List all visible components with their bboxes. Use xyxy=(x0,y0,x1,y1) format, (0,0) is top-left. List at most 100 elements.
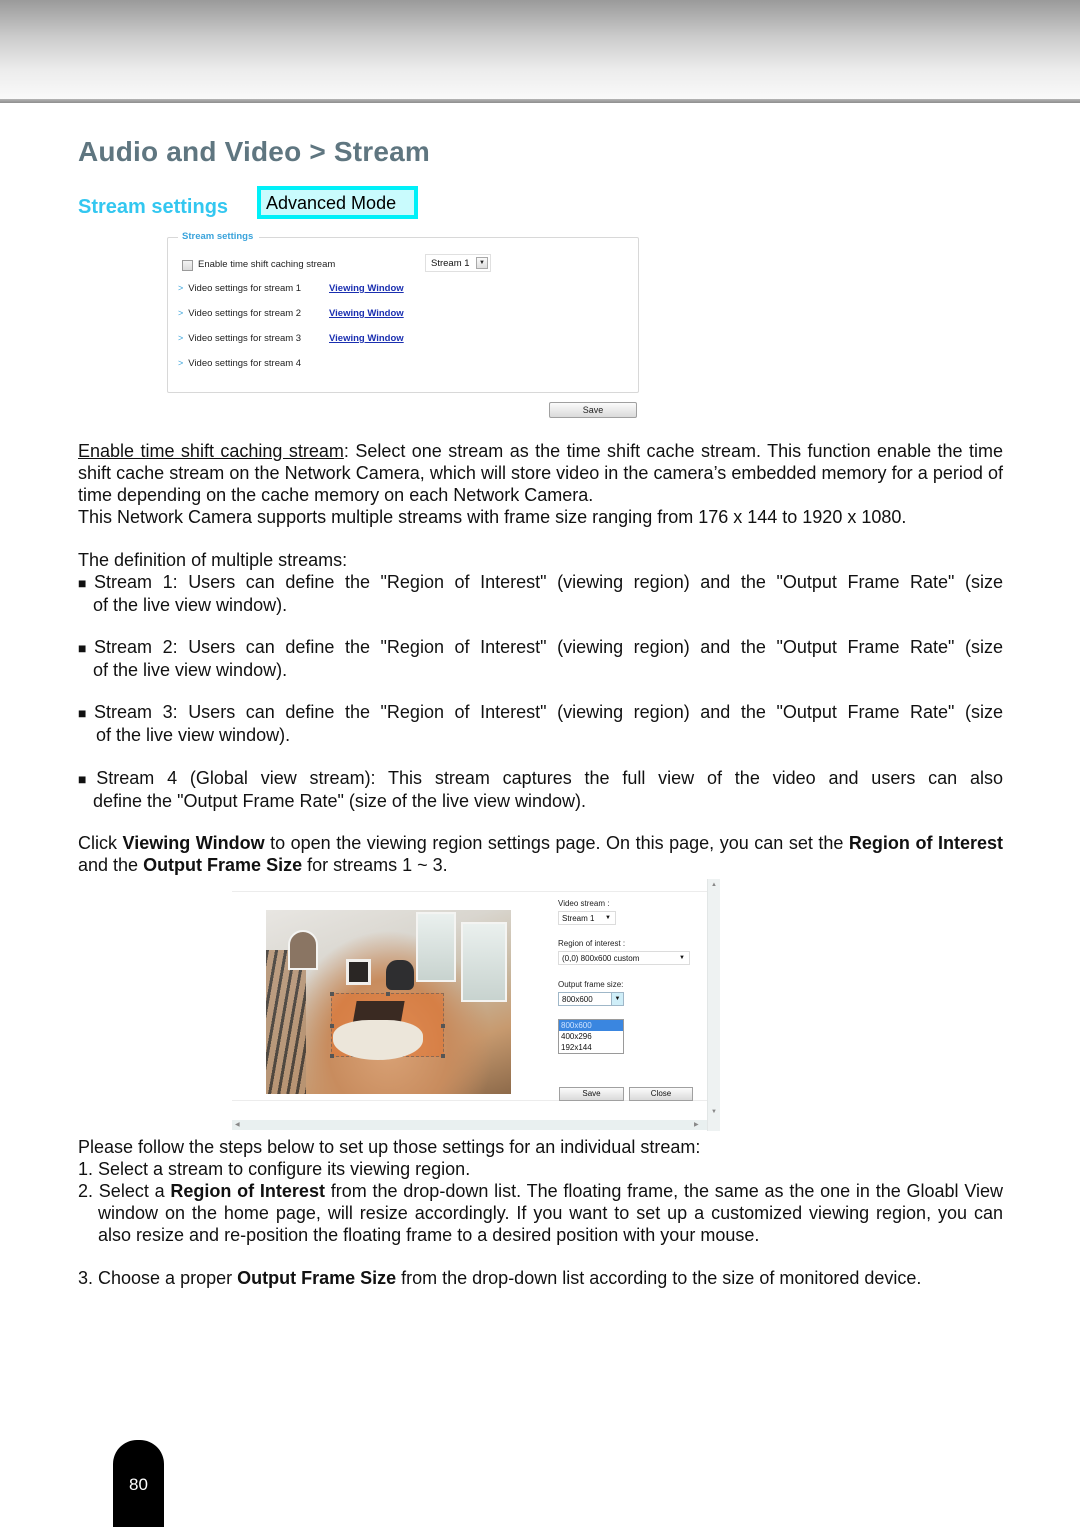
row-label: Video settings for stream 4 xyxy=(188,358,302,369)
text: to open the viewing region settings page… xyxy=(264,833,849,853)
step-number: 2. xyxy=(78,1181,99,1201)
stream-select-value: Stream 1 xyxy=(431,258,470,269)
video-settings-stream-2[interactable]: > Video settings for stream 2 xyxy=(178,308,301,319)
step-number: 1. xyxy=(78,1159,99,1179)
viewing-window-close-button[interactable]: Close xyxy=(629,1087,693,1101)
bullet-stream-2: ■ Stream 2: Users can define the "Region … xyxy=(78,636,1003,681)
viewing-window-link-2[interactable]: Viewing Window xyxy=(329,308,404,319)
resize-handle[interactable] xyxy=(441,1054,445,1058)
row-label: Video settings for stream 1 xyxy=(188,283,302,294)
bullet-text: of the live view window). xyxy=(93,595,288,615)
bullet-text: Stream 1: Users can define the "Region o… xyxy=(94,572,1003,592)
fireplace xyxy=(346,959,371,985)
bullet-text: Stream 4 (Global view stream): This stre… xyxy=(96,768,1003,788)
resize-handle[interactable] xyxy=(330,1024,334,1028)
bullet-square-icon: ■ xyxy=(78,575,93,591)
window-shape xyxy=(416,912,456,982)
video-stream-select[interactable]: Stream 1 ▼ xyxy=(558,911,616,925)
text: Choose a proper xyxy=(98,1268,238,1288)
text: and the xyxy=(78,855,144,875)
scroll-right-icon[interactable]: ▶ xyxy=(694,1121,699,1128)
resize-handle[interactable] xyxy=(330,992,334,996)
resize-handle[interactable] xyxy=(386,992,390,996)
text: Select a stream to configure its viewing… xyxy=(98,1159,471,1179)
row-label: Video settings for stream 2 xyxy=(188,308,302,319)
bullet-text: define the "Output Frame Rate" (size of … xyxy=(93,791,586,811)
paragraph-multi-stream: This Network Camera supports multiple st… xyxy=(78,507,907,527)
chevron-down-icon: ▼ xyxy=(611,993,623,1005)
header-rule xyxy=(0,99,1080,103)
chevron-down-icon: ▼ xyxy=(605,915,611,921)
bold-term: Region of Interest xyxy=(170,1181,325,1201)
time-shift-checkbox-label: Enable time shift caching stream xyxy=(198,259,336,270)
viewing-window-save-button[interactable]: Save xyxy=(559,1087,624,1101)
paragraph-definition: The definition of multiple streams: xyxy=(78,550,348,570)
text: Select a xyxy=(98,1181,171,1201)
video-stream-label: Video stream : xyxy=(558,899,610,908)
step-number: 3. xyxy=(78,1268,99,1288)
output-size-options: 800x600 400x296 192x144 xyxy=(558,1019,624,1054)
resize-handle[interactable] xyxy=(441,1024,445,1028)
option-800x600[interactable]: 800x600 xyxy=(559,1020,623,1031)
video-settings-stream-3[interactable]: > Video settings for stream 3 xyxy=(178,333,301,344)
section-heading: Stream settings xyxy=(78,196,229,218)
header-banner xyxy=(0,0,1080,100)
viewing-window-screenshot: Video stream : Stream 1 ▼ Region of inter… xyxy=(232,879,720,1131)
scroll-up-icon[interactable]: ▲ xyxy=(711,882,717,888)
time-shift-checkbox[interactable] xyxy=(182,260,193,271)
term-time-shift: Enable time shift caching stream xyxy=(78,441,344,461)
paragraph-steps-intro: Please follow the steps below to set up … xyxy=(78,1137,701,1157)
output-size-select[interactable]: 800x600 ▼ xyxy=(558,992,624,1006)
option-400x296[interactable]: 400x296 xyxy=(559,1031,623,1042)
chevron-right-icon: > xyxy=(178,333,184,343)
resize-handle[interactable] xyxy=(330,1054,334,1058)
bullet-text: Stream 3: Users can define the "Region o… xyxy=(94,702,1003,722)
bold-term: Output Frame Size xyxy=(143,855,303,875)
chevron-down-icon: ▼ xyxy=(476,257,488,269)
scroll-left-icon[interactable]: ◀ xyxy=(235,1121,240,1128)
bullet-text: of the live view window). xyxy=(93,660,288,680)
output-size-label: Output frame size: xyxy=(558,980,624,989)
paragraph-viewing-window: Click Viewing Window to open the viewing… xyxy=(78,832,1003,876)
bold-term: Output Frame Size xyxy=(237,1268,397,1288)
camera-preview-image xyxy=(266,910,511,1094)
time-shift-stream-select[interactable]: Stream 1 ▼ xyxy=(425,254,491,272)
chevron-right-icon: > xyxy=(178,308,184,318)
roi-select[interactable]: (0,0) 800x600 custom ▼ xyxy=(558,951,690,965)
viewing-window-link-1[interactable]: Viewing Window xyxy=(329,283,404,294)
save-button[interactable]: Save xyxy=(549,402,637,418)
viewing-window-content: Video stream : Stream 1 ▼ Region of inter… xyxy=(232,891,707,1101)
text: for streams 1 ~ 3. xyxy=(302,855,448,875)
bullet-square-icon: ■ xyxy=(78,640,93,656)
bullet-text: of the live view window). xyxy=(96,725,291,745)
page-title: Audio and Video > Stream xyxy=(78,136,431,167)
stair-railing xyxy=(266,950,306,1094)
video-settings-stream-4[interactable]: > Video settings for stream 4 xyxy=(178,358,301,369)
page-number: 80 xyxy=(129,1475,148,1494)
bold-term: Region of Interest xyxy=(848,833,1003,853)
horizontal-scrollbar[interactable]: ◀ ▶ xyxy=(232,1120,707,1130)
option-192x144[interactable]: 192x144 xyxy=(559,1042,623,1053)
roi-label: Region of interest : xyxy=(558,939,626,948)
chair xyxy=(386,960,414,990)
bullet-square-icon: ■ xyxy=(78,771,95,787)
bold-term: Viewing Window xyxy=(122,833,265,853)
bullet-stream-3: ■ Stream 3: Users can define the "Region … xyxy=(78,701,1003,746)
bullet-square-icon: ■ xyxy=(78,705,93,721)
step-item: 2. Select a Region of Interest from the … xyxy=(78,1180,1003,1246)
select-value: 800x600 xyxy=(562,995,593,1004)
vertical-scrollbar[interactable]: ▲ ▼ xyxy=(707,879,720,1131)
text: from the drop-down list according to the… xyxy=(396,1268,922,1288)
page-number-tab: 80 xyxy=(113,1440,164,1527)
video-settings-stream-1[interactable]: > Video settings for stream 1 xyxy=(178,283,301,294)
select-value: (0,0) 800x600 custom xyxy=(562,954,640,963)
select-value: Stream 1 xyxy=(562,914,595,923)
viewing-window-link-3[interactable]: Viewing Window xyxy=(329,333,404,344)
shelf-arch xyxy=(288,930,318,970)
bullet-stream-1: ■ Stream 1: Users can define the "Region … xyxy=(78,571,1003,616)
scroll-down-icon[interactable]: ▼ xyxy=(711,1109,717,1115)
window-shape xyxy=(461,922,507,1002)
paragraph-time-shift: Enable time shift caching stream: Select… xyxy=(78,440,1003,506)
bullet-text: Stream 2: Users can define the "Region o… xyxy=(94,637,1003,657)
sofa xyxy=(333,1020,423,1060)
